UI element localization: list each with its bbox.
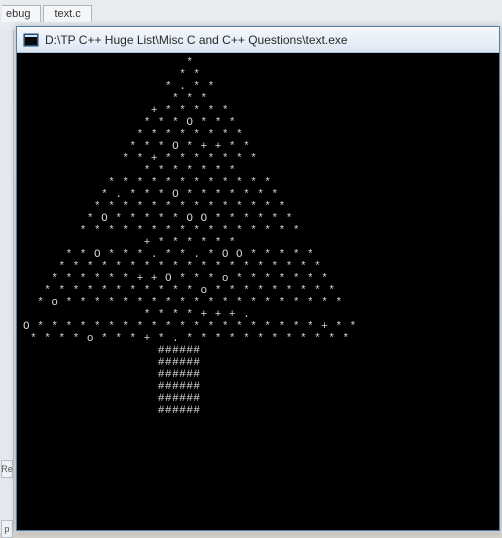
console-output: * * * * . * * * * * + * * * * * * * * O … [17, 53, 499, 530]
console-window: D:\TP C++ Huge List\Misc C and C++ Quest… [16, 26, 500, 531]
sidebar-button-label: Re [1, 464, 13, 474]
tab-label: ebug [6, 8, 30, 20]
ide-left-strip: Re p [0, 30, 14, 533]
window-title: D:\TP C++ Huge List\Misc C and C++ Quest… [45, 33, 348, 47]
tab-textc[interactable]: text.c [43, 5, 91, 22]
ide-background: ebug text.c Re p D:\TP C++ Huge List\Mis… [0, 0, 502, 533]
app-icon [23, 32, 39, 48]
tab-label: text.c [54, 8, 80, 20]
tab-debug[interactable]: ebug [2, 5, 41, 22]
sidebar-button-p[interactable]: p [1, 520, 13, 538]
tab-strip: ebug text.c [0, 0, 92, 22]
titlebar[interactable]: D:\TP C++ Huge List\Misc C and C++ Quest… [17, 27, 499, 53]
sidebar-button-re[interactable]: Re [1, 460, 13, 478]
